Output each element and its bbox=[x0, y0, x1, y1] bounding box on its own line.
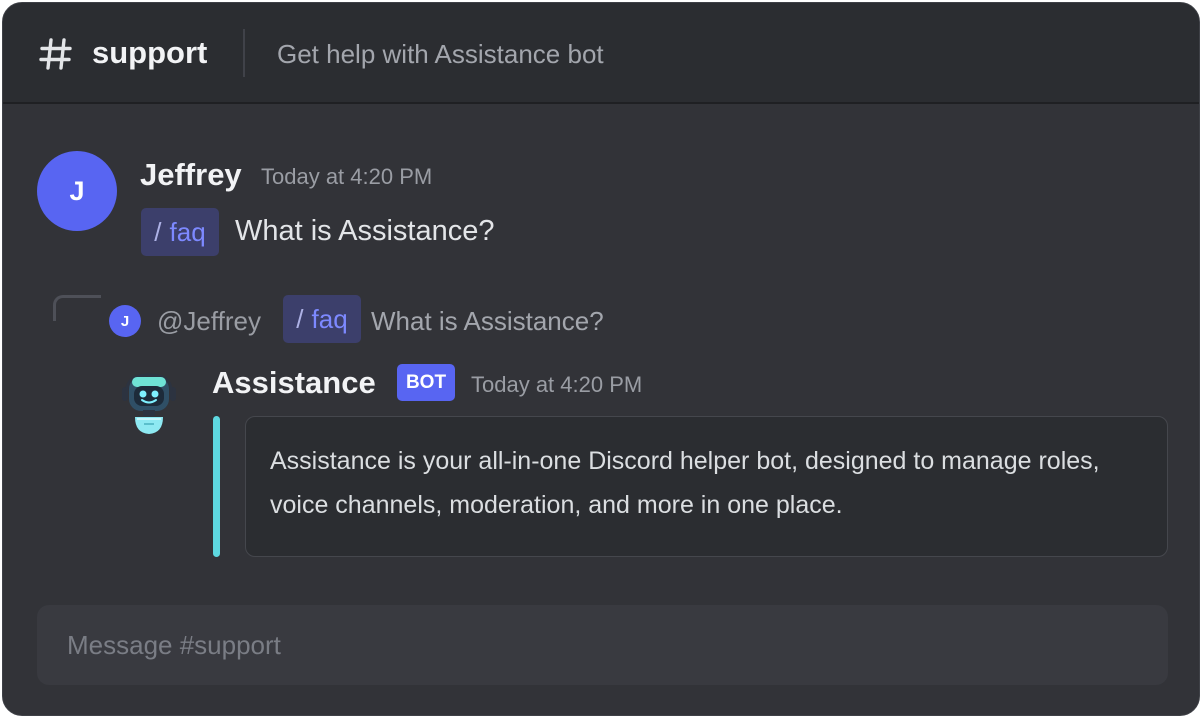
message-username[interactable]: Jeffrey bbox=[140, 157, 242, 193]
reply-connector bbox=[53, 295, 101, 321]
header-divider bbox=[243, 29, 245, 77]
command-name: faq bbox=[311, 304, 348, 334]
bot-embed: Assistance is your all-in-one Discord he… bbox=[245, 416, 1168, 557]
channel-name: support bbox=[92, 35, 208, 70]
command-name: faq bbox=[169, 217, 206, 247]
embed-color-bar bbox=[213, 416, 220, 557]
bot-name[interactable]: Assistance bbox=[212, 365, 376, 401]
reply-avatar[interactable]: J bbox=[109, 305, 141, 337]
message-input[interactable] bbox=[67, 629, 1067, 661]
reply-text[interactable]: What is Assistance? bbox=[371, 306, 604, 336]
robot-icon[interactable] bbox=[119, 371, 179, 437]
hash-icon bbox=[39, 38, 72, 70]
message-timestamp: Today at 4:20 PM bbox=[261, 164, 433, 189]
slash-command-pill[interactable]: / faq bbox=[141, 208, 219, 256]
message-text: What is Assistance? bbox=[235, 215, 495, 247]
command-slash: / bbox=[154, 217, 162, 247]
message-composer bbox=[37, 605, 1168, 685]
channel-topic: Get help with Assistance bot bbox=[277, 39, 604, 69]
command-slash: / bbox=[296, 304, 304, 334]
embed-description: Assistance is your all-in-one Discord he… bbox=[270, 447, 1100, 519]
avatar[interactable]: J bbox=[37, 151, 117, 231]
reply-mention[interactable]: @Jeffrey bbox=[157, 306, 261, 336]
reply-command-pill[interactable]: / faq bbox=[283, 295, 361, 343]
channel-header: support Get help with Assistance bot bbox=[3, 3, 1199, 104]
bot-badge: BOT bbox=[397, 364, 455, 401]
bot-timestamp: Today at 4:20 PM bbox=[471, 372, 643, 397]
chat-window: support Get help with Assistance bot J J… bbox=[2, 2, 1200, 716]
